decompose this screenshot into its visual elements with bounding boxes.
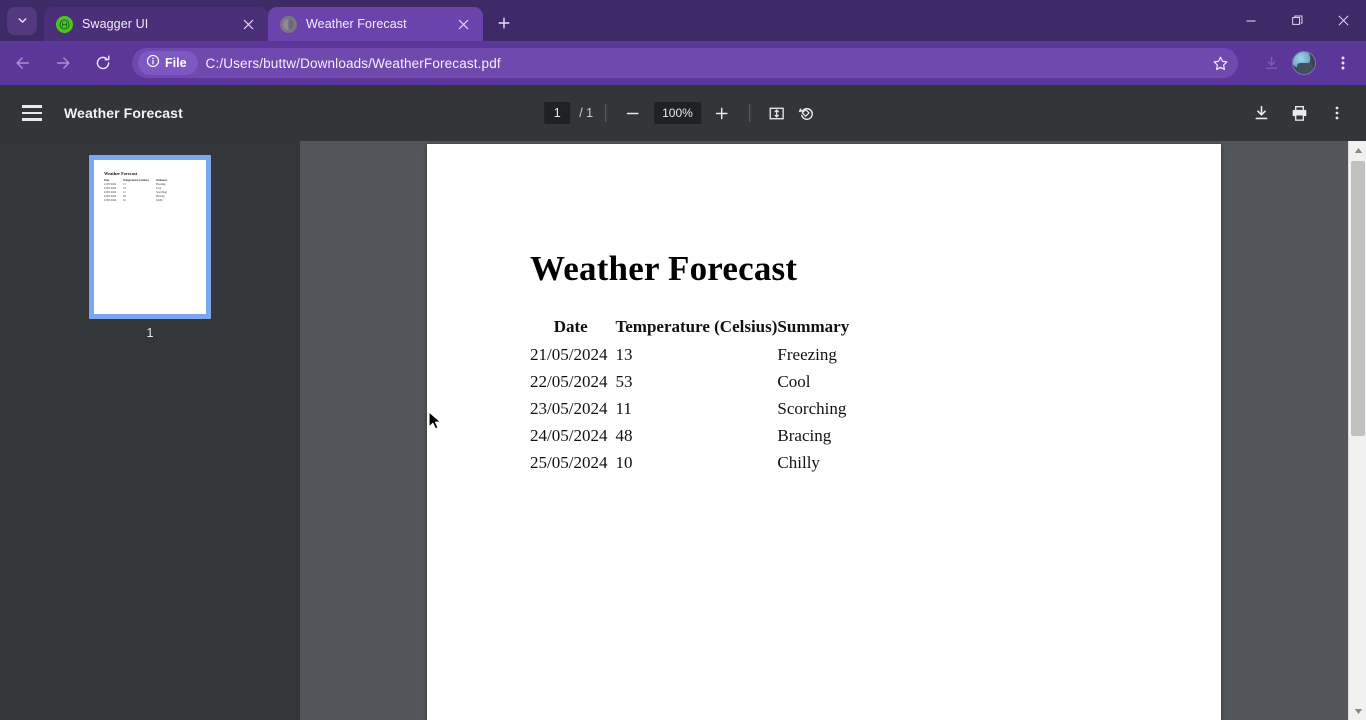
pdf-page-1: Weather Forecast Date Temperature (Celsi… bbox=[427, 144, 1221, 720]
restore-button[interactable] bbox=[1274, 0, 1320, 41]
download-button[interactable] bbox=[1246, 98, 1276, 128]
document-title: Weather Forecast bbox=[530, 249, 798, 288]
cell-date: 21/05/2024 bbox=[530, 345, 608, 364]
cell-date: 22/05/2024 bbox=[530, 372, 608, 391]
page-count-label: / 1 bbox=[579, 106, 594, 120]
thumbnail-item[interactable]: Weather Forecast Date Temperature (Celsi… bbox=[89, 155, 211, 340]
thumbnail-header-temp: Temperature (Celsius) bbox=[123, 179, 149, 182]
cell-date: 25/05/2024 bbox=[530, 453, 608, 472]
toolbar-separator bbox=[605, 104, 607, 122]
thumbnail-page-label: 1 bbox=[146, 326, 154, 340]
close-icon[interactable] bbox=[238, 14, 258, 34]
back-arrow-icon[interactable] bbox=[6, 46, 40, 80]
scroll-down-arrow-icon[interactable] bbox=[1349, 702, 1366, 720]
fit-to-page-icon bbox=[769, 107, 784, 119]
browser-tab-weather-forecast[interactable]: Weather Forecast bbox=[268, 7, 483, 41]
column-header-date: Date bbox=[553, 317, 588, 336]
pdf-viewer-toolbar: Weather Forecast 1 / 1 100% bbox=[0, 85, 1366, 141]
page-number-input[interactable]: 1 bbox=[544, 102, 571, 124]
address-bar[interactable]: File C:/Users/buttw/Downloads/WeatherFor… bbox=[132, 48, 1238, 78]
cell-temperature: 11 bbox=[615, 399, 632, 418]
page-thumbnail-1[interactable]: Weather Forecast Date Temperature (Celsi… bbox=[89, 155, 211, 319]
pdf-thumbnail-sidebar: Weather Forecast Date Temperature (Celsi… bbox=[0, 141, 300, 720]
three-dot-menu-icon[interactable] bbox=[1326, 46, 1360, 80]
table-row: 22/05/2024 53 Cool bbox=[530, 369, 849, 396]
forward-arrow-icon[interactable] bbox=[46, 46, 80, 80]
thumbnail-table-header: Date Temperature (Celsius) Summary bbox=[104, 179, 196, 183]
pdf-document-viewport[interactable]: Weather Forecast Date Temperature (Celsi… bbox=[300, 141, 1348, 720]
address-bar-url: C:/Users/buttw/Downloads/WeatherForecast… bbox=[205, 55, 501, 71]
thumbnail-title: Weather Forecast bbox=[104, 171, 138, 176]
weather-forecast-table: Date Temperature (Celsius) Summary 21/05… bbox=[530, 317, 849, 477]
table-row: 25/05/2024 10 Chilly bbox=[530, 450, 849, 477]
table-row: 24/05/2024 48 Bracing bbox=[530, 423, 849, 450]
cell-summary: Cool bbox=[777, 372, 811, 391]
chevron-down-icon[interactable] bbox=[7, 6, 37, 35]
print-icon bbox=[1292, 105, 1306, 121]
column-header-temperature: Temperature (Celsius) bbox=[615, 317, 778, 336]
pdf-toolbar-right-controls bbox=[1246, 98, 1352, 128]
cell-temperature: 10 bbox=[615, 453, 633, 472]
star-icon[interactable] bbox=[1204, 48, 1236, 78]
swagger-icon bbox=[56, 15, 73, 33]
vertical-scrollbar[interactable] bbox=[1348, 141, 1366, 720]
cell-temperature: 53 bbox=[615, 372, 633, 391]
thumbnail-table-row: 21/05/2024 13 Freezing bbox=[104, 182, 166, 186]
table-row: 21/05/2024 13 Freezing bbox=[530, 342, 849, 369]
new-tab-button[interactable] bbox=[489, 8, 519, 38]
cell-temperature: 13 bbox=[615, 345, 633, 364]
scroll-up-arrow-icon[interactable] bbox=[1349, 141, 1366, 159]
thumbnail-table-row: 24/05/2024 48 Bracing bbox=[104, 194, 165, 198]
close-icon[interactable] bbox=[453, 14, 473, 34]
more-options-button[interactable] bbox=[1322, 98, 1352, 128]
tab-title: Swagger UI bbox=[82, 17, 149, 31]
rotate-button[interactable] bbox=[792, 98, 822, 128]
cell-summary: Freezing bbox=[777, 345, 837, 364]
thumbnail-content: Weather Forecast Date Temperature (Celsi… bbox=[94, 160, 206, 215]
browser-navigation-bar: File C:/Users/buttw/Downloads/WeatherFor… bbox=[0, 41, 1366, 85]
tab-title: Weather Forecast bbox=[306, 17, 407, 31]
table-row: 23/05/2024 11 Scorching bbox=[530, 396, 849, 423]
cell-summary: Scorching bbox=[777, 399, 847, 418]
download-icon bbox=[1255, 105, 1267, 119]
file-chip-label: File bbox=[165, 56, 187, 70]
cell-temperature: 48 bbox=[615, 426, 633, 445]
fit-to-page-button[interactable] bbox=[762, 98, 792, 128]
cell-date: 24/05/2024 bbox=[530, 426, 608, 445]
close-button[interactable] bbox=[1320, 0, 1366, 41]
file-scheme-chip[interactable]: File bbox=[138, 51, 198, 75]
thumbnail-table-row: 23/05/2024 11 Scorching bbox=[104, 190, 167, 194]
thumbnail-table-row: 25/05/2024 10 Chilly bbox=[104, 198, 163, 202]
cell-summary: Chilly bbox=[777, 453, 820, 472]
thumbnail-table-row: 22/05/2024 53 Cool bbox=[104, 186, 162, 190]
zoom-level-input[interactable]: 100% bbox=[654, 102, 701, 124]
plus-icon bbox=[498, 17, 510, 29]
hamburger-menu-icon[interactable] bbox=[14, 95, 50, 131]
table-header-row: Date Temperature (Celsius) Summary bbox=[530, 317, 849, 342]
pdf-toolbar-center-controls: 1 / 1 100% bbox=[544, 98, 822, 128]
zoom-out-button[interactable] bbox=[618, 98, 648, 128]
minimize-button[interactable] bbox=[1228, 0, 1274, 41]
browser-tab-strip: Swagger UI Weather Forecast bbox=[0, 0, 1366, 41]
window-controls bbox=[1228, 0, 1366, 41]
plus-icon bbox=[715, 107, 728, 119]
cell-summary: Bracing bbox=[777, 426, 832, 445]
minus-icon bbox=[627, 112, 639, 114]
info-circle-icon bbox=[146, 54, 160, 73]
zoom-in-button[interactable] bbox=[707, 98, 737, 128]
avatar[interactable] bbox=[1292, 51, 1316, 75]
browser-tab-swagger-ui[interactable]: Swagger UI bbox=[44, 7, 268, 41]
pdf-document-title: Weather Forecast bbox=[64, 105, 183, 121]
tab-search-button[interactable] bbox=[0, 0, 44, 41]
toolbar-separator bbox=[748, 104, 750, 122]
rotate-counterclockwise-icon bbox=[798, 107, 813, 120]
scrollbar-thumb[interactable] bbox=[1351, 161, 1365, 436]
print-button[interactable] bbox=[1284, 98, 1314, 128]
three-dot-menu-icon bbox=[1335, 106, 1339, 120]
download-icon[interactable] bbox=[1254, 46, 1288, 80]
cell-date: 23/05/2024 bbox=[530, 399, 608, 418]
reload-icon[interactable] bbox=[86, 46, 120, 80]
column-header-summary: Summary bbox=[777, 317, 850, 336]
pdf-icon bbox=[280, 15, 297, 33]
